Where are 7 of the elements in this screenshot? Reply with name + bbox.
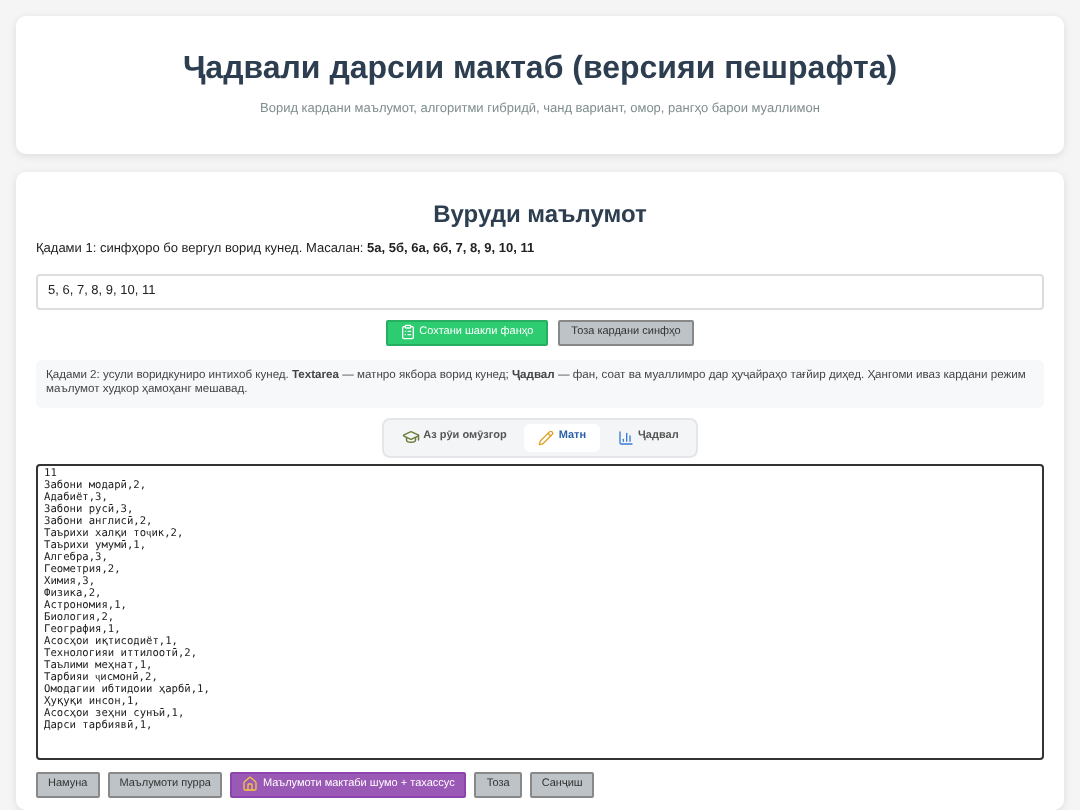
graduation-cap-icon (401, 428, 420, 446)
house-icon (242, 776, 259, 792)
section-title: Вуруди маълумот (431, 202, 649, 226)
page-title: Ҷадвали дарсии мактаб (версияи пешрафта) (182, 53, 898, 86)
bar-chart-icon (618, 429, 635, 445)
pencil-icon (538, 429, 555, 445)
clipboard-icon (399, 324, 416, 340)
